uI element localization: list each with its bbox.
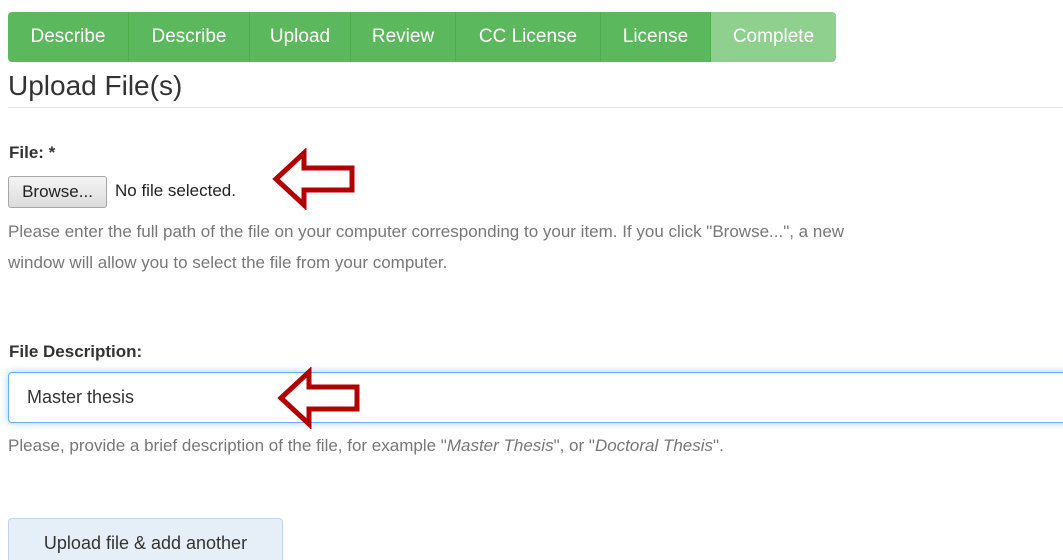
step-upload[interactable]: Upload xyxy=(250,12,351,62)
description-help-suffix: ". xyxy=(713,436,724,455)
description-help-middle: ", or " xyxy=(553,436,595,455)
step-complete[interactable]: Complete xyxy=(711,12,836,62)
submission-upload-page: Describe Describe Upload Review CC Licen… xyxy=(0,0,1063,560)
upload-add-another-button[interactable]: Upload file & add another xyxy=(8,518,283,560)
file-label: File: * xyxy=(9,143,56,162)
submission-progress-bar: Describe Describe Upload Review CC Licen… xyxy=(8,12,836,62)
file-status: No file selected. xyxy=(115,181,236,200)
step-cc-license[interactable]: CC License xyxy=(456,12,601,62)
description-help-text: Please, provide a brief description of t… xyxy=(8,430,1058,461)
description-example-doctoral: Doctoral Thesis xyxy=(594,436,714,455)
description-input[interactable] xyxy=(8,372,1063,423)
file-help-line-2: window will allow you to select the file… xyxy=(8,253,448,272)
left-arrow-icon xyxy=(272,148,355,210)
step-license[interactable]: License xyxy=(601,12,711,62)
description-help-prefix: Please, provide a brief description of t… xyxy=(8,436,447,455)
page-title: Upload File(s) xyxy=(8,70,183,101)
file-help-text: Please enter the full path of the file o… xyxy=(8,216,1058,278)
step-describe-2[interactable]: Describe xyxy=(129,12,250,62)
description-label: File Description: xyxy=(9,342,143,361)
description-example-master: Master Thesis xyxy=(446,436,554,455)
title-divider xyxy=(8,107,1063,108)
step-review[interactable]: Review xyxy=(351,12,456,62)
browse-button[interactable]: Browse... xyxy=(8,176,107,208)
left-arrow-icon xyxy=(277,367,360,429)
step-describe-1[interactable]: Describe xyxy=(8,12,129,62)
file-help-line-1: Please enter the full path of the file o… xyxy=(8,222,845,241)
